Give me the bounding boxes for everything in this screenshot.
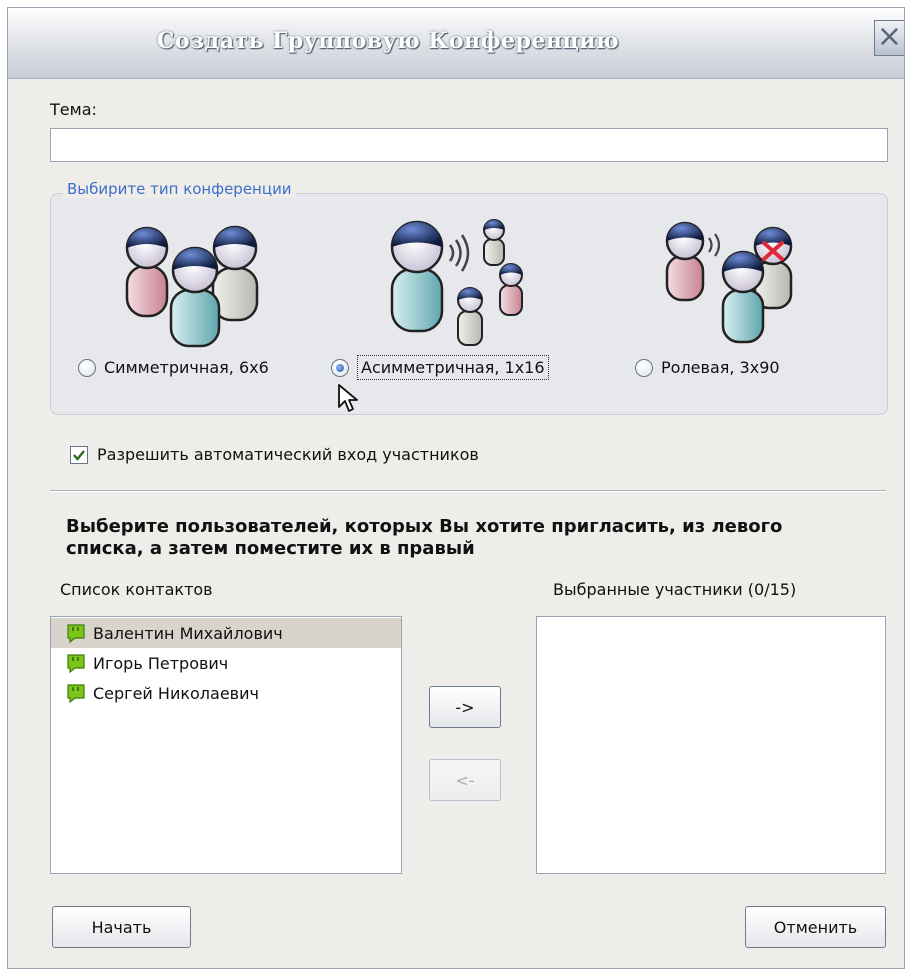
radio-role-label: Ролевая, 3х90 (661, 358, 780, 377)
close-button[interactable]: × (874, 20, 904, 56)
cancel-button[interactable]: Отменить (745, 906, 886, 948)
contacts-list[interactable]: Валентин Михайлович Игорь Петрович Серге… (50, 616, 402, 874)
radio-circle[interactable] (635, 358, 653, 377)
title-bar[interactable]: Создать Групповую Конференцию × (8, 8, 904, 79)
contact-status-icon (67, 654, 85, 674)
instruction-text: Выберите пользователей, которых Вы хотит… (66, 516, 783, 559)
radio-circle-selected[interactable] (331, 358, 349, 377)
contact-status-icon (67, 684, 85, 704)
start-button[interactable]: Начать (52, 906, 191, 948)
contacts-label: Список контактов (60, 580, 213, 599)
radio-role[interactable]: Ролевая, 3х90 (635, 358, 780, 377)
remove-participant-button[interactable]: <- (429, 759, 501, 801)
window-title: Создать Групповую Конференцию (156, 28, 620, 54)
theme-input[interactable] (50, 128, 888, 162)
contact-name: Сергей Николаевич (93, 683, 259, 703)
radio-asymmetric-label: Асимметричная, 1х16 (357, 355, 549, 380)
list-item[interactable]: Игорь Петрович (51, 648, 401, 678)
list-item[interactable]: Валентин Михайлович (51, 618, 401, 648)
contact-name: Игорь Петрович (93, 653, 229, 673)
broadcast-people-icon (390, 219, 523, 346)
auto-join-checkbox[interactable]: Разрешить автоматический вход участников (70, 445, 479, 464)
radio-circle[interactable] (78, 358, 96, 377)
mouse-cursor-icon (338, 384, 358, 412)
radio-symmetric[interactable]: Симметричная, 6х6 (78, 358, 269, 377)
radio-symmetric-label: Симметричная, 6х6 (104, 358, 269, 377)
conference-dialog: Создать Групповую Конференцию × Тема: Вы… (7, 7, 905, 969)
divider (50, 490, 886, 492)
conference-type-legend: Выбирите тип конференции (63, 180, 296, 198)
add-participant-button[interactable]: -> (429, 686, 501, 728)
checkmark-icon (73, 449, 85, 461)
theme-label: Тема: (50, 100, 97, 119)
auto-join-label: Разрешить автоматический вход участников (97, 445, 479, 464)
group-people-icon (125, 225, 259, 348)
contact-name: Валентин Михайлович (93, 623, 283, 643)
contact-status-icon (67, 624, 85, 644)
radio-asymmetric[interactable]: Асимметричная, 1х16 (331, 355, 549, 380)
list-item[interactable]: Сергей Николаевич (51, 678, 401, 708)
role-people-icon (665, 221, 793, 344)
selected-participants-label: Выбранные участники (0/15) (553, 580, 797, 599)
selected-participants-list[interactable] (536, 616, 886, 874)
checkbox-box[interactable] (70, 445, 88, 464)
